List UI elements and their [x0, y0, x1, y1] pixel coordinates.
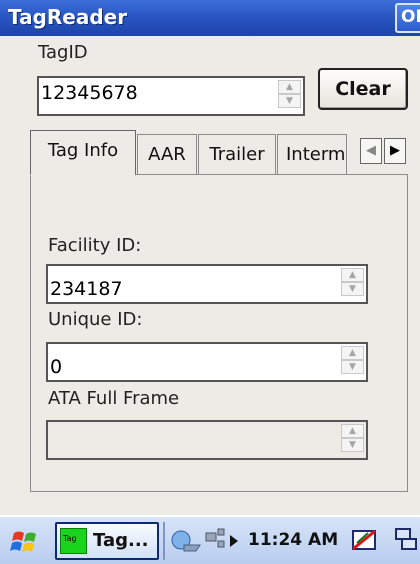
windows-start-icon[interactable]	[8, 524, 44, 560]
connectivity-icon[interactable]	[204, 527, 244, 555]
window-title: TagReader	[8, 5, 128, 29]
tagid-value: 12345678	[41, 82, 138, 104]
tagid-label: TagID	[38, 42, 88, 63]
taskbar-separator	[163, 522, 165, 560]
spin-up-icon[interactable]: ▲	[341, 346, 364, 360]
windows-switcher-icon[interactable]	[392, 525, 420, 555]
title-bar: TagReader OK	[0, 0, 420, 36]
spin-up-icon[interactable]: ▲	[341, 424, 364, 438]
tagreader-app-icon: Tag	[60, 528, 87, 554]
tab-tag-info[interactable]: Tag Info	[30, 130, 136, 176]
ata-full-frame-label: ATA Full Frame	[48, 388, 180, 409]
spin-down-icon[interactable]: ▼	[341, 360, 364, 374]
taskbar: Tag Tag... 11:24 AM	[0, 515, 420, 564]
unique-id-value: 0	[50, 356, 63, 378]
facility-id-label: Facility ID:	[48, 235, 142, 256]
tagid-spinner[interactable]: ▲ ▼	[278, 80, 301, 108]
tab-scroll-left-icon[interactable]: ◀	[360, 138, 382, 164]
spin-down-icon[interactable]: ▼	[341, 438, 364, 452]
clear-button[interactable]: Clear	[318, 68, 408, 110]
tagid-input[interactable]: 12345678 ▲ ▼	[37, 76, 305, 116]
spin-down-icon[interactable]: ▼	[341, 282, 364, 296]
unique-id-label: Unique ID:	[48, 309, 143, 330]
taskbar-clock[interactable]: 11:24 AM	[248, 530, 338, 550]
tab-scroll-right-icon[interactable]: ▶	[384, 138, 406, 164]
ata-full-frame-spinner[interactable]: ▲ ▼	[341, 424, 364, 452]
unique-id-spinner[interactable]: ▲ ▼	[341, 346, 364, 374]
battery-charging-icon[interactable]	[350, 525, 380, 555]
spin-down-icon[interactable]: ▼	[278, 94, 301, 108]
unique-id-field[interactable]: 0 ▲ ▼	[46, 342, 368, 382]
spin-up-icon[interactable]: ▲	[278, 80, 301, 94]
facility-id-spinner[interactable]: ▲ ▼	[341, 268, 364, 296]
tab-aar[interactable]: AAR	[137, 134, 197, 174]
spin-up-icon[interactable]: ▲	[341, 268, 364, 282]
network-icon[interactable]	[170, 527, 202, 555]
tab-trailer[interactable]: Trailer	[198, 134, 276, 174]
facility-id-field[interactable]: 234187 ▲ ▼	[46, 264, 368, 304]
tab-interm[interactable]: Interm	[277, 134, 347, 174]
ata-full-frame-field[interactable]: ▲ ▼	[46, 420, 368, 460]
taskbar-app-label: Tag...	[93, 530, 149, 551]
ok-button[interactable]: OK	[395, 3, 420, 33]
facility-id-value: 234187	[50, 278, 123, 300]
taskbar-app-button[interactable]: Tag Tag...	[55, 522, 159, 560]
